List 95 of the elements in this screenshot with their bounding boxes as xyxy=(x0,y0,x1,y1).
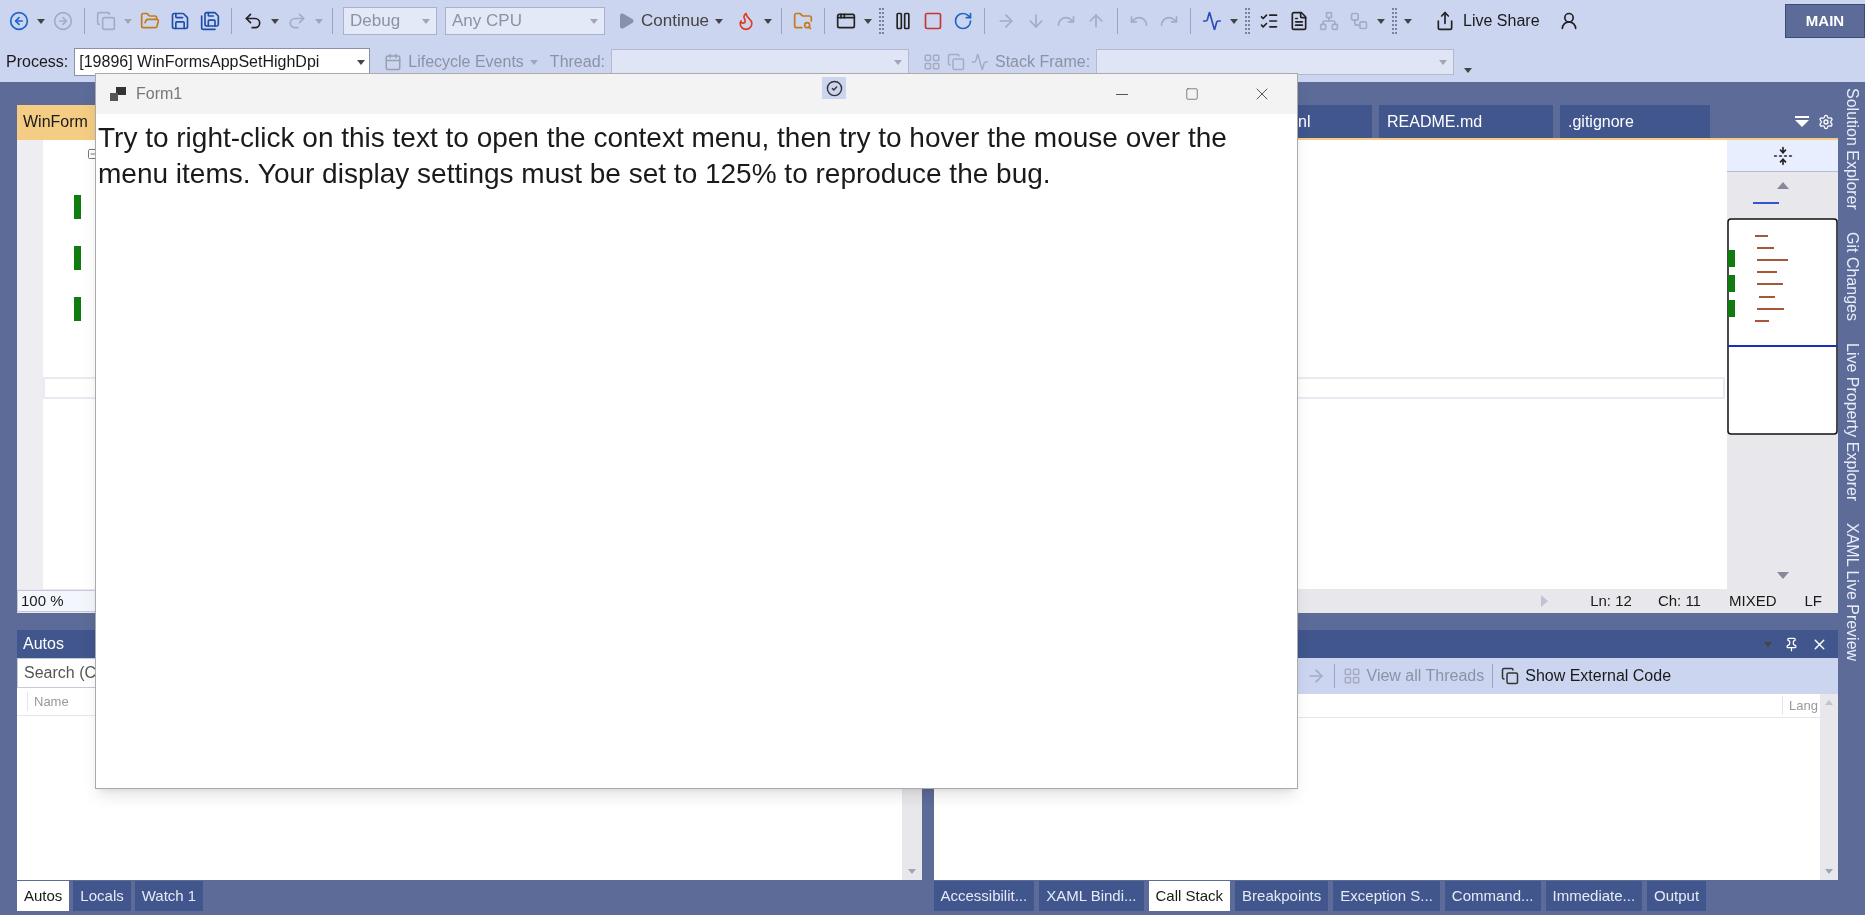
copy-icon xyxy=(1501,667,1520,685)
toolbar-grip[interactable] xyxy=(1245,8,1251,34)
scroll-up-icon[interactable] xyxy=(1776,182,1789,189)
pulse-icon xyxy=(1202,11,1223,31)
redo-icon xyxy=(287,11,307,31)
toolbar-grip[interactable] xyxy=(879,8,885,34)
stack-frame-label: Stack Frame: xyxy=(995,52,1091,72)
caret-icon xyxy=(37,18,45,24)
dropdown-icon xyxy=(1764,641,1772,647)
window-title: Form1 xyxy=(136,84,183,104)
copy-icon xyxy=(96,11,116,31)
panel-tab[interactable]: Watch 1 xyxy=(134,881,204,911)
document-icon xyxy=(1289,11,1310,31)
caret-icon xyxy=(590,18,598,24)
folder-icon xyxy=(140,11,160,31)
scroll-down-icon xyxy=(1825,869,1833,874)
change-marker xyxy=(74,195,81,219)
document-tab[interactable]: .gitignore xyxy=(1560,105,1710,138)
scroll-down-icon xyxy=(907,869,916,874)
copy-icon xyxy=(947,53,965,71)
caret-icon xyxy=(357,59,366,65)
line-endings-indicator[interactable]: LF xyxy=(1804,589,1822,613)
folder-search-icon xyxy=(793,11,814,31)
stop-icon xyxy=(923,11,944,31)
caret-icon xyxy=(271,18,279,24)
panel-tab[interactable]: Accessibilit... xyxy=(933,881,1035,911)
toolbar-grip[interactable] xyxy=(1392,8,1398,34)
panel-tab[interactable]: XAML Bindi... xyxy=(1039,881,1144,911)
diagram-icon xyxy=(1319,11,1340,31)
minimize-icon xyxy=(1116,93,1128,95)
list-icon xyxy=(1259,11,1280,31)
undo-icon xyxy=(243,11,263,31)
panel-title: Autos xyxy=(23,634,64,654)
threads-icon xyxy=(1342,667,1361,685)
caret-icon xyxy=(422,18,430,24)
caret-icon xyxy=(894,59,902,65)
restart-icon xyxy=(953,11,974,31)
column-number: Ch: 11 xyxy=(1657,590,1701,611)
caret-icon xyxy=(1464,68,1473,73)
caret-icon xyxy=(315,18,323,24)
show-external-code-button[interactable]: Show External Code xyxy=(1501,664,1672,688)
panel-tab[interactable]: Autos xyxy=(17,881,70,911)
scroll-down-icon[interactable] xyxy=(1776,572,1789,579)
panel-tab[interactable]: Command... xyxy=(1444,881,1541,911)
panel-tab[interactable]: Output xyxy=(1647,881,1707,911)
caret-icon xyxy=(529,59,538,65)
caret-icon xyxy=(124,18,132,24)
thread-label: Thread: xyxy=(549,52,605,72)
panel-tab[interactable]: Immediate... xyxy=(1545,881,1643,911)
caret-icon xyxy=(864,18,873,24)
change-marker xyxy=(74,246,81,270)
document-tab[interactable]: README.md xyxy=(1379,105,1553,138)
pin-button[interactable] xyxy=(1784,636,1799,652)
hot-reload-indicator[interactable] xyxy=(822,77,846,99)
caret-icon xyxy=(1230,18,1239,24)
maximize-icon xyxy=(1185,87,1199,101)
caret-icon xyxy=(764,18,773,24)
calendar-icon xyxy=(384,53,403,71)
process-label: Process: xyxy=(6,52,69,72)
panel-tab[interactable]: Locals xyxy=(73,881,131,911)
change-marker xyxy=(74,297,81,321)
split-icon xyxy=(1772,145,1793,166)
pin-icon xyxy=(1784,636,1799,652)
side-tab[interactable]: Live Property Explorer xyxy=(1839,342,1864,502)
window-icon xyxy=(836,11,857,31)
side-tab[interactable]: Solution Explorer xyxy=(1839,88,1864,210)
dropdown-icon xyxy=(1795,115,1809,128)
caret-icon xyxy=(1404,18,1413,24)
continue-button[interactable]: Continue xyxy=(613,6,728,36)
indentation-indicator[interactable]: MIXED xyxy=(1728,589,1777,613)
save-icon xyxy=(170,11,190,31)
check-icon xyxy=(825,79,843,97)
side-tab[interactable]: Git Changes xyxy=(1839,231,1864,321)
side-tab[interactable]: XAML Live Preview xyxy=(1839,523,1864,662)
flow-icon xyxy=(1349,11,1370,31)
solution-name-badge: MAIN xyxy=(1785,4,1865,38)
process-dropdown[interactable]: [19896] WinFormsAppSetHighDpi xyxy=(74,48,371,76)
panel-tab[interactable]: Breakpoints xyxy=(1235,881,1329,911)
panel-tab[interactable]: Call Stack xyxy=(1148,881,1231,911)
person-icon xyxy=(1558,11,1579,31)
settings-icon xyxy=(1818,113,1834,130)
scroll-up-icon[interactable] xyxy=(1825,700,1833,705)
line-number: Ln: 12 xyxy=(1590,590,1632,611)
app-icon xyxy=(110,87,126,101)
live-share-button[interactable]: Live Share xyxy=(1431,6,1544,36)
caret-icon xyxy=(715,18,724,24)
scroll-right-icon[interactable] xyxy=(1541,595,1549,607)
save-all-icon xyxy=(200,11,220,31)
caret-icon xyxy=(1377,18,1386,24)
play-icon xyxy=(617,12,635,30)
panel-tab[interactable]: Exception S... xyxy=(1333,881,1440,911)
caret-icon xyxy=(1439,59,1448,65)
share-icon xyxy=(1435,11,1456,31)
vertical-scrollbar[interactable] xyxy=(1820,694,1838,880)
pulse-icon xyxy=(971,53,989,71)
